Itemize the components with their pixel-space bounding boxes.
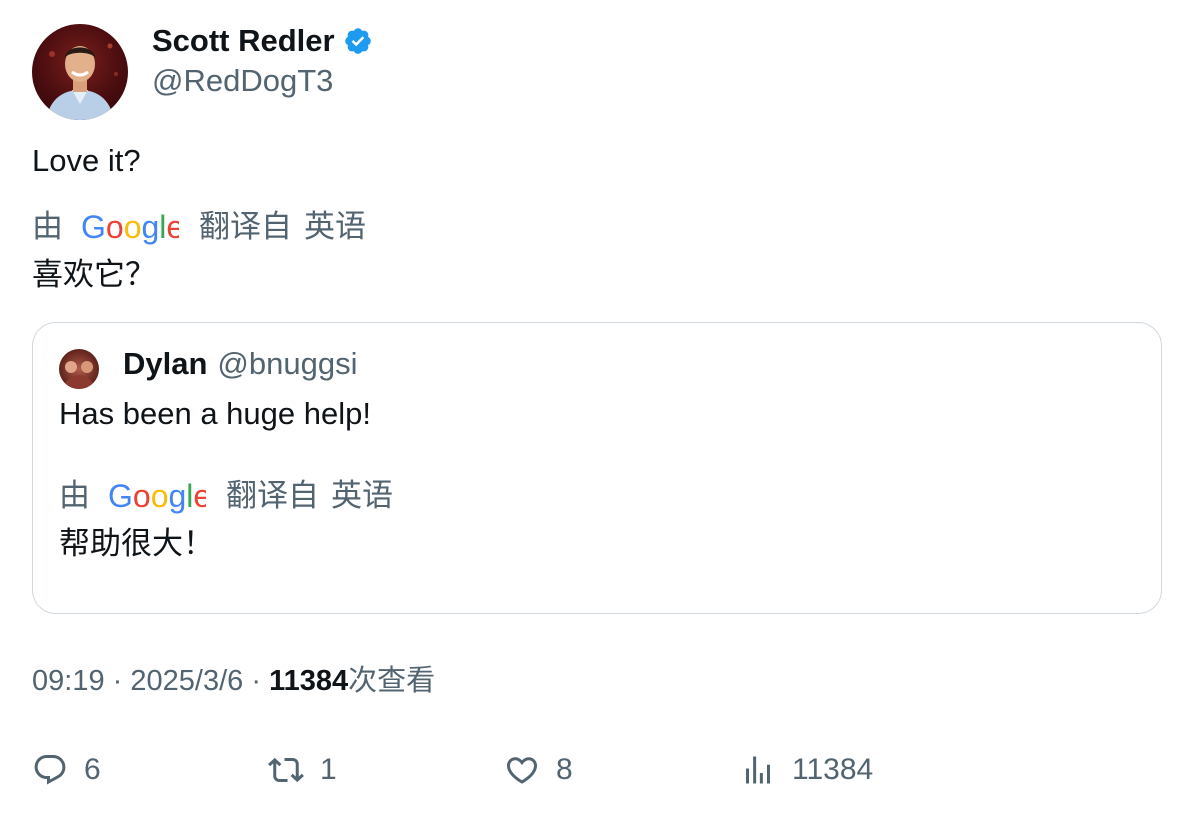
views-action-count: 11384 [792,753,874,786]
reply-count: 6 [84,753,101,786]
tweet-date[interactable]: 2025/3/6 [130,665,243,697]
translated-from-label: 翻译自 [199,209,292,244]
quote-google-logo-icon: Google [108,478,206,514]
retweet-button[interactable]: 1 [268,748,337,792]
quote-author-handle: @bnuggsi [217,346,358,381]
author-avatar[interactable] [32,24,128,120]
quote-author-avatar [59,349,99,389]
quote-avatar-image [63,361,95,389]
author-name-text: Scott Redler [152,23,335,58]
translated-by-label: 由 [32,209,63,244]
svg-text:Google: Google [81,209,179,245]
tweet-text: Love it? [32,143,141,178]
translation-attribution[interactable]: 由 Google 翻译自 英语 [32,208,366,246]
reply-button[interactable]: 6 [32,748,101,792]
quote-text: Has been a huge help! [59,396,371,431]
retweet-count: 1 [320,753,337,786]
verified-badge-icon [344,28,371,54]
avatar-image [46,43,118,120]
views-button[interactable]: 11384 [740,748,873,792]
svg-text:Google: Google [108,478,206,514]
views-count: 11384 [269,665,349,697]
meta-separator: · [112,665,123,697]
quote-translation-attribution[interactable]: 由 Google 翻译自 英语 [59,477,393,515]
quote-translated-from-label: 翻译自 [226,478,319,513]
quoted-tweet-card[interactable]: Dylan @bnuggsi Has been a huge help! 由 Go… [32,322,1162,614]
quote-author-name: Dylan [123,346,208,381]
quote-source-language: 英语 [331,478,393,513]
source-language: 英语 [304,209,366,244]
tweet-time[interactable]: 09:19 [32,665,105,697]
views-label: 次查看 [348,665,436,697]
author-handle[interactable]: @RedDogT3 [152,62,333,100]
heart-icon [506,757,538,784]
retweet-icon [268,757,304,783]
quote-translated-text: 帮助很大！ [59,526,214,561]
like-count: 8 [556,753,573,786]
author-name[interactable]: Scott Redler [152,22,373,60]
like-button[interactable]: 8 [504,748,573,792]
quote-translated-by-label: 由 [59,478,90,513]
translated-tweet-text: 喜欢它？ [32,257,156,292]
tweet-meta: 09:19 · 2025/3/6 · 11384次查看 [32,663,435,699]
google-logo-icon: Google [81,209,179,245]
reply-icon [34,755,66,785]
analytics-icon [746,756,770,784]
meta-separator: · [251,665,261,697]
quote-author: Dylan @bnuggsi [123,345,357,383]
